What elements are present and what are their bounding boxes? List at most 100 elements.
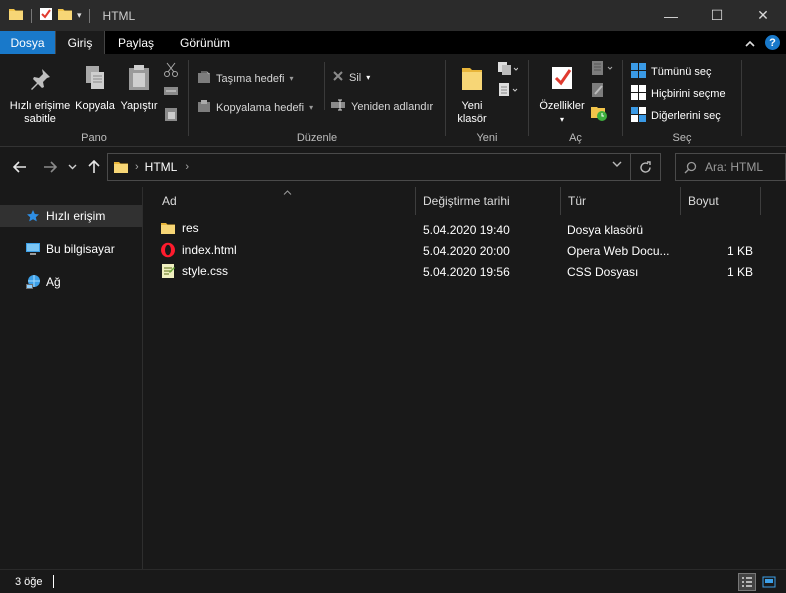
- group-label-select: Seç: [672, 132, 692, 144]
- customize-toolbar-icon[interactable]: ▾: [77, 10, 82, 21]
- easy-access-icon[interactable]: [496, 82, 518, 101]
- open-icon[interactable]: [590, 60, 614, 79]
- address-dropdown-icon[interactable]: [612, 159, 622, 170]
- paste-icon: [118, 64, 160, 96]
- navigation-bar: › HTML ›: [0, 147, 786, 187]
- edit-icon[interactable]: [590, 82, 606, 101]
- column-header-label: Tür: [568, 194, 586, 208]
- tab-file[interactable]: Dosya: [0, 31, 55, 54]
- copy-path-icon[interactable]: [163, 84, 179, 101]
- nav-item-label: Hızlı erişim: [46, 209, 106, 223]
- search-input[interactable]: [705, 160, 783, 174]
- select-none-label: Hiçbirini seçme: [651, 88, 726, 100]
- help-icon[interactable]: ?: [765, 35, 780, 50]
- star-icon: [25, 208, 41, 224]
- column-header-label: Boyut: [688, 194, 719, 208]
- copy-to-label: Kopyalama hedefi: [216, 101, 305, 114]
- nav-item-label: Bu bilgisayar: [46, 242, 115, 256]
- view-switcher: [738, 573, 778, 591]
- nav-item-quick-access[interactable]: Hızlı erişim: [0, 205, 142, 227]
- tab-home[interactable]: Giriş: [55, 31, 105, 54]
- arrow-right-icon: [44, 161, 57, 173]
- breadcrumb-separator-icon[interactable]: ›: [135, 161, 139, 173]
- new-folder-icon[interactable]: [57, 7, 73, 24]
- new-folder-label-line1: Yeni: [461, 100, 483, 112]
- properties-icon[interactable]: [39, 7, 53, 24]
- folder-icon: [113, 160, 129, 174]
- copy-button[interactable]: Kopyala: [74, 64, 116, 113]
- chevron-down-icon: [68, 164, 76, 170]
- tab-view[interactable]: Görünüm: [167, 31, 243, 54]
- breadcrumb-separator-icon[interactable]: ›: [185, 161, 189, 173]
- status-bar: 3 öğe: [0, 569, 786, 593]
- pin-quick-access-button[interactable]: Hızlı erişime sabitle: [4, 66, 76, 126]
- copy-to-button[interactable]: Kopyalama hedefi ▾: [197, 99, 313, 116]
- network-icon: [25, 274, 41, 290]
- file-name-cell: index.html: [160, 242, 237, 258]
- close-button[interactable]: ✕: [740, 0, 786, 31]
- rename-button[interactable]: Yeniden adlandır: [330, 99, 433, 114]
- search-box[interactable]: [675, 153, 786, 181]
- group-separator: [741, 60, 742, 136]
- refresh-button[interactable]: [630, 154, 660, 180]
- maximize-button[interactable]: ☐: [694, 0, 740, 31]
- address-bar[interactable]: › HTML ›: [107, 153, 661, 181]
- recent-locations-button[interactable]: [64, 157, 80, 177]
- column-header-type[interactable]: Tür: [561, 187, 681, 215]
- nav-item-network[interactable]: Ağ: [0, 271, 142, 293]
- toolbar-separator: [31, 8, 32, 23]
- collapse-ribbon-icon[interactable]: [745, 36, 755, 50]
- invert-selection-label: Diğerlerini seç: [651, 110, 721, 122]
- up-button[interactable]: [84, 157, 104, 177]
- history-icon[interactable]: [590, 104, 608, 125]
- file-date: 5.04.2020 19:40: [423, 223, 510, 237]
- move-to-button[interactable]: Taşıma hedefi ▾: [197, 70, 294, 87]
- item-count: 3 öğe: [15, 575, 43, 588]
- column-header-size[interactable]: Boyut: [681, 187, 761, 215]
- nav-item-this-pc[interactable]: Bu bilgisayar: [0, 238, 142, 260]
- large-icons-view-button[interactable]: [760, 573, 778, 591]
- group-label-clipboard: Pano: [81, 132, 107, 144]
- paste-shortcut-icon[interactable]: [163, 106, 179, 125]
- back-button[interactable]: [10, 157, 30, 177]
- navigation-pane: Hızlı erişim Bu bilgisayar Ağ: [0, 187, 143, 569]
- copy-icon: [74, 64, 116, 96]
- new-folder-button[interactable]: Yeni klasör: [450, 64, 494, 126]
- pin-label-line1: Hızlı erişime: [9, 100, 71, 112]
- file-row[interactable]: style.css 5.04.2020 19:56 CSS Dosyası 1 …: [160, 262, 760, 283]
- properties-label: Özellikler: [539, 100, 585, 112]
- search-icon: [684, 161, 697, 174]
- select-none-button[interactable]: Hiçbirini seçme: [631, 85, 726, 103]
- select-all-button[interactable]: Tümünü seç: [631, 63, 712, 81]
- file-row[interactable]: res 5.04.2020 19:40 Dosya klasörü: [160, 220, 760, 241]
- invert-selection-button[interactable]: Diğerlerini seç: [631, 107, 721, 125]
- delete-button[interactable]: Sil ▾: [332, 70, 370, 85]
- paste-button[interactable]: Yapıştır: [118, 64, 160, 113]
- arrow-left-icon: [13, 161, 26, 173]
- tab-bar-right: ?: [745, 31, 780, 54]
- folder-icon: [8, 7, 24, 24]
- column-header-date[interactable]: Değiştirme tarihi: [416, 187, 561, 215]
- chevron-down-icon: ▾: [309, 103, 314, 112]
- forward-button[interactable]: [40, 157, 60, 177]
- properties-button[interactable]: Özellikler ▾: [533, 64, 591, 126]
- tab-share[interactable]: Paylaş: [105, 31, 167, 54]
- file-type: Dosya klasörü: [567, 223, 644, 237]
- cut-icon[interactable]: [163, 62, 179, 81]
- column-header-label: Değiştirme tarihi: [423, 194, 510, 208]
- status-divider: [52, 575, 54, 588]
- file-name: res: [182, 221, 199, 235]
- group-select: Tümünü seç Hiçbirini seçme Diğerlerini s…: [623, 54, 741, 147]
- chevron-down-icon: ▾: [289, 74, 294, 83]
- new-item-icon[interactable]: [496, 60, 519, 79]
- details-view-button[interactable]: [738, 573, 756, 591]
- file-date: 5.04.2020 20:00: [423, 244, 510, 258]
- refresh-icon: [640, 160, 651, 173]
- minimize-button[interactable]: —: [648, 0, 694, 31]
- column-header-name[interactable]: Ad: [155, 187, 416, 215]
- file-row[interactable]: index.html 5.04.2020 20:00 Opera Web Doc…: [160, 241, 760, 262]
- breadcrumb-item[interactable]: HTML: [145, 160, 178, 174]
- toolbar-separator: [88, 8, 90, 23]
- file-name: style.css: [182, 264, 229, 278]
- computer-icon: [25, 241, 41, 257]
